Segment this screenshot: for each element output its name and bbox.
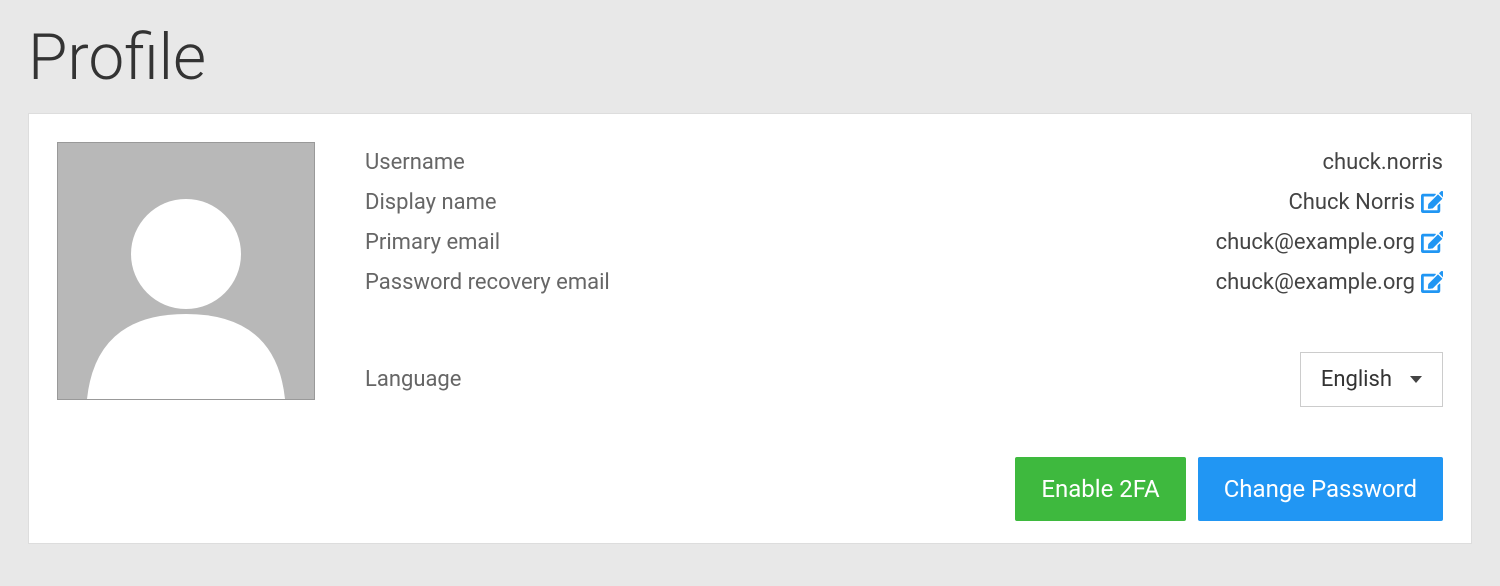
button-row: Enable 2FA Change Password: [365, 457, 1443, 521]
caret-down-icon: [1410, 376, 1422, 383]
change-password-button[interactable]: Change Password: [1198, 457, 1443, 521]
page-title: Profile: [0, 0, 1500, 113]
spacer: [365, 302, 1443, 352]
profile-card: Username chuck.norris Display name Chuck…: [28, 113, 1472, 544]
language-row: Language English: [365, 352, 1443, 407]
displayname-value: Chuck Norris: [1288, 190, 1415, 215]
recoveryemail-value: chuck@example.org: [1216, 270, 1415, 295]
displayname-row: Display name Chuck Norris: [365, 182, 1443, 222]
recoveryemail-label: Password recovery email: [365, 270, 610, 295]
language-value: English: [1321, 367, 1392, 392]
details-column: Username chuck.norris Display name Chuck…: [365, 142, 1443, 521]
username-value: chuck.norris: [1322, 150, 1443, 175]
username-row: Username chuck.norris: [365, 142, 1443, 182]
enable-2fa-button[interactable]: Enable 2FA: [1015, 457, 1185, 521]
primaryemail-row: Primary email chuck@example.org: [365, 222, 1443, 262]
language-select[interactable]: English: [1300, 352, 1443, 407]
username-label: Username: [365, 150, 465, 175]
person-icon: [66, 169, 306, 400]
avatar-placeholder: [57, 142, 315, 400]
primaryemail-label: Primary email: [365, 230, 500, 255]
primaryemail-value: chuck@example.org: [1216, 230, 1415, 255]
displayname-label: Display name: [365, 190, 497, 215]
avatar-column: [57, 142, 315, 521]
recoveryemail-row: Password recovery email chuck@example.or…: [365, 262, 1443, 302]
language-label: Language: [365, 367, 461, 392]
edit-icon[interactable]: [1421, 191, 1443, 213]
edit-icon[interactable]: [1421, 271, 1443, 293]
edit-icon[interactable]: [1421, 231, 1443, 253]
